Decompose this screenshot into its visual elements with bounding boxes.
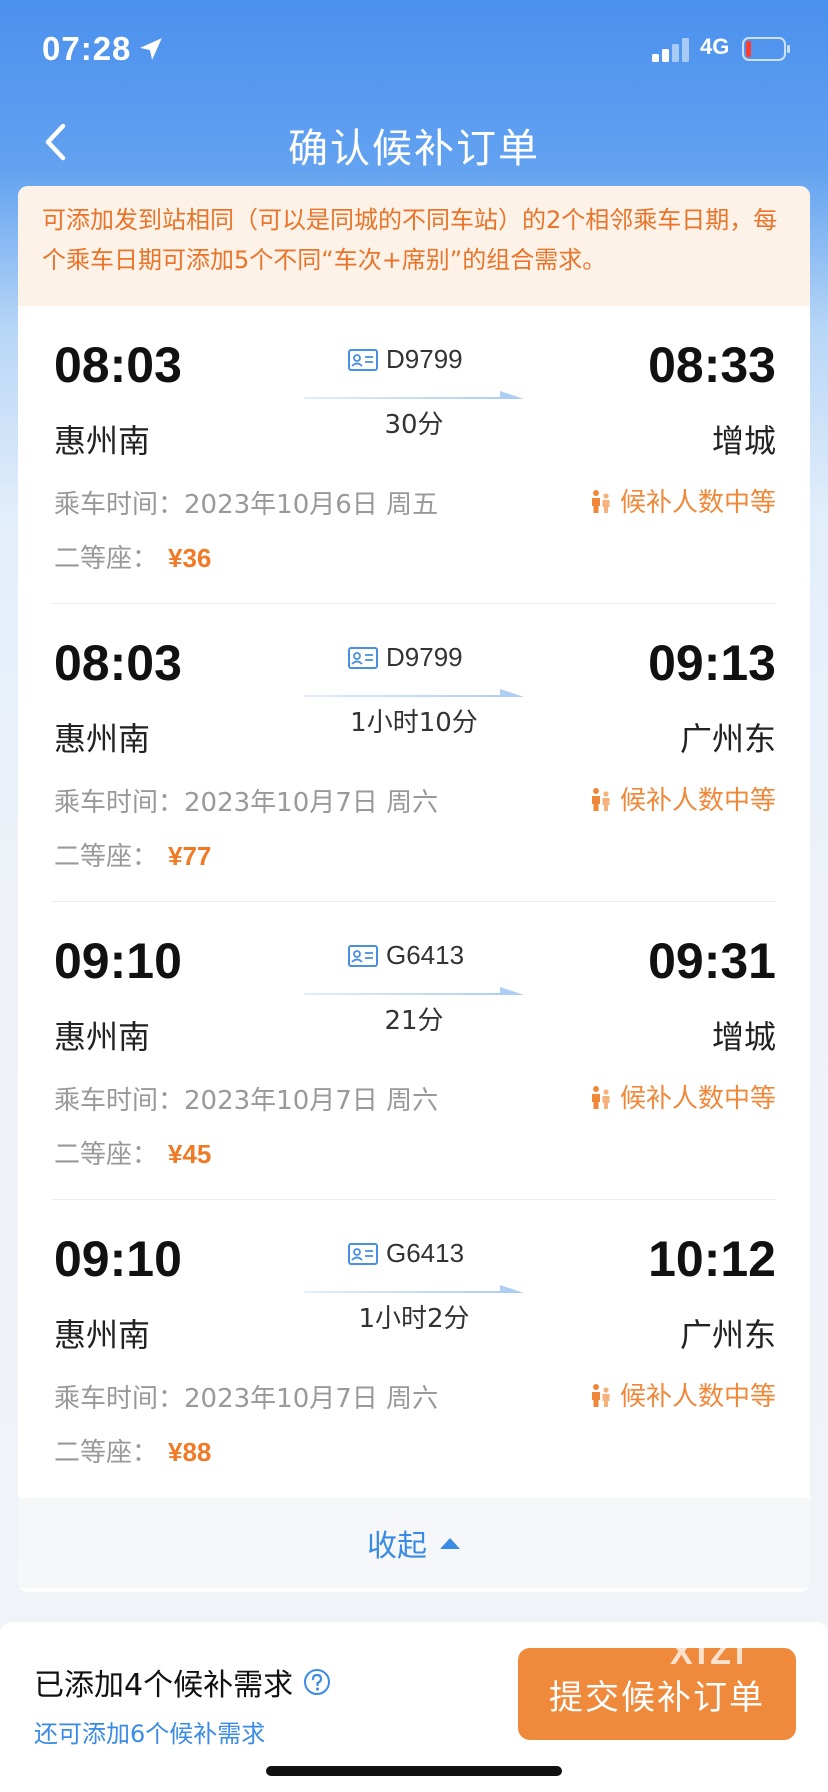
- departure-station: 惠州南: [54, 1316, 151, 1354]
- id-card-icon: [348, 646, 378, 669]
- arrival-station: 增城: [711, 422, 776, 460]
- people-icon: [591, 489, 610, 513]
- train-info: D9799: [348, 344, 463, 375]
- trip-item[interactable]: 08:03 D9799 30分 08:33 惠州南 增城乘车时间：2023年10月6日 周…: [18, 306, 810, 604]
- route-arrow-icon: [304, 1285, 524, 1293]
- network-type: 4G: [700, 34, 730, 59]
- seat-class: 二等座： ¥88: [54, 1432, 211, 1469]
- home-indicator: [266, 1766, 562, 1776]
- arrival-station: 广州东: [679, 1316, 776, 1354]
- ticket-price: ¥77: [168, 841, 212, 871]
- train-info: D9799: [348, 642, 463, 673]
- train-number: D9799: [386, 344, 463, 374]
- waitlist-demand: 候补人数中等: [588, 780, 776, 817]
- ticket-price: ¥88: [168, 1437, 212, 1467]
- ride-date: 乘车时间：2023年10月7日 周六: [54, 1080, 438, 1117]
- duration: 30分: [384, 410, 444, 440]
- departure-time: 09:10: [54, 933, 182, 989]
- ride-date-value: 2023年10月7日 周六: [184, 788, 439, 818]
- trip-item[interactable]: 09:10 G6413 1小时2分 10:12 惠州南 广州东乘车时间：2023年10月7…: [18, 1200, 810, 1498]
- arrival-time: 08:33: [648, 337, 776, 393]
- nav-bar: 确认候补订单: [0, 100, 828, 184]
- seat-type: 二等座：: [54, 1140, 159, 1170]
- id-card-icon: [348, 944, 378, 967]
- train-number: D9799: [386, 642, 463, 672]
- waitlist-demand-label: 候补人数中等: [619, 786, 776, 816]
- departure-time: 09:10: [54, 1231, 182, 1287]
- collapse-button[interactable]: 收起: [18, 1498, 810, 1588]
- location-arrow-icon: [140, 38, 162, 60]
- added-count: 已添加4个候补需求: [34, 1660, 331, 1704]
- collapse-label: 收起: [367, 1529, 427, 1564]
- waitlist-demand: 候补人数中等: [588, 482, 776, 519]
- arrival-time: 10:12: [648, 1231, 776, 1287]
- waitlist-demand-label: 候补人数中等: [619, 488, 776, 518]
- arrival-station: 增城: [711, 1018, 776, 1056]
- departure-station: 惠州南: [54, 720, 151, 758]
- seat-type: 二等座：: [54, 842, 159, 872]
- seat-type: 二等座：: [54, 1438, 159, 1468]
- status-time: 07:28: [42, 30, 132, 67]
- ticket-price: ¥45: [168, 1139, 212, 1169]
- people-icon: [591, 787, 610, 811]
- duration: 1小时2分: [358, 1304, 470, 1334]
- train-number: G6413: [386, 940, 465, 970]
- arrival-time: 09:13: [648, 635, 776, 691]
- caret-up-icon: [440, 1538, 460, 1549]
- watermark-logo: XIZI: [670, 1634, 749, 1672]
- train-number: G6413: [386, 1238, 465, 1268]
- duration: 21分: [384, 1006, 444, 1036]
- order-card: 可添加发到站相同（可以是同城的不同车站）的2个相邻乘车日期，每个乘车日期可添加5…: [18, 186, 810, 1592]
- ride-date-label: 乘车时间：: [54, 788, 185, 818]
- ticket-price: ¥36: [168, 543, 212, 573]
- id-card-icon: [348, 1242, 378, 1265]
- ride-date-value: 2023年10月6日 周五: [184, 490, 439, 520]
- people-icon: [591, 1085, 610, 1109]
- submit-order-button[interactable]: 提交候补订单: [518, 1648, 796, 1740]
- departure-time: 08:03: [54, 635, 182, 691]
- waitlist-demand: 候补人数中等: [588, 1078, 776, 1115]
- ride-date-value: 2023年10月7日 周六: [184, 1086, 439, 1116]
- seat-class: 二等座： ¥77: [54, 836, 211, 873]
- arrival-station: 广州东: [679, 720, 776, 758]
- waitlist-demand-label: 候补人数中等: [619, 1084, 776, 1114]
- ride-date-label: 乘车时间：: [54, 490, 185, 520]
- train-info: G6413: [348, 940, 464, 971]
- added-text: 已添加4个候补需求: [34, 1668, 294, 1703]
- trip-item[interactable]: 08:03 D9799 1小时10分 09:13 惠州南 广州东乘车时间：2023年10月…: [18, 604, 810, 902]
- route-arrow-icon: [304, 987, 524, 995]
- id-card-icon: [348, 348, 378, 371]
- trip-item[interactable]: 09:10 G6413 21分 09:31 惠州南 增城乘车时间：2023年10月7日 周…: [18, 902, 810, 1200]
- question-circle-icon[interactable]: [303, 1668, 331, 1696]
- seat-class: 二等座： ¥36: [54, 538, 211, 575]
- waitlist-demand-label: 候补人数中等: [619, 1382, 776, 1412]
- waitlist-demand: 候补人数中等: [588, 1376, 776, 1413]
- ride-date-label: 乘车时间：: [54, 1384, 185, 1414]
- signal-icon: [652, 38, 689, 62]
- remaining-count: 还可添加6个候补需求: [34, 1720, 266, 1748]
- people-icon: [591, 1383, 610, 1407]
- departure-time: 08:03: [54, 337, 182, 393]
- ride-date-label: 乘车时间：: [54, 1086, 185, 1116]
- duration: 1小时10分: [350, 708, 478, 738]
- status-bar: 07:28 4G: [0, 0, 828, 100]
- battery-low-icon: [742, 37, 790, 61]
- route-arrow-icon: [304, 391, 524, 399]
- ride-date: 乘车时间：2023年10月7日 周六: [54, 782, 438, 819]
- ride-date: 乘车时间：2023年10月6日 周五: [54, 484, 438, 521]
- ride-date: 乘车时间：2023年10月7日 周六: [54, 1378, 438, 1415]
- arrival-time: 09:31: [648, 933, 776, 989]
- departure-station: 惠州南: [54, 1018, 151, 1056]
- train-info: G6413: [348, 1238, 464, 1269]
- page-title: 确认候补订单: [288, 126, 540, 172]
- seat-type: 二等座：: [54, 544, 159, 574]
- notice-banner: 可添加发到站相同（可以是同城的不同车站）的2个相邻乘车日期，每个乘车日期可添加5…: [18, 186, 810, 306]
- departure-station: 惠州南: [54, 422, 151, 460]
- route-arrow-icon: [304, 689, 524, 697]
- ride-date-value: 2023年10月7日 周六: [184, 1384, 439, 1414]
- seat-class: 二等座： ¥45: [54, 1134, 211, 1171]
